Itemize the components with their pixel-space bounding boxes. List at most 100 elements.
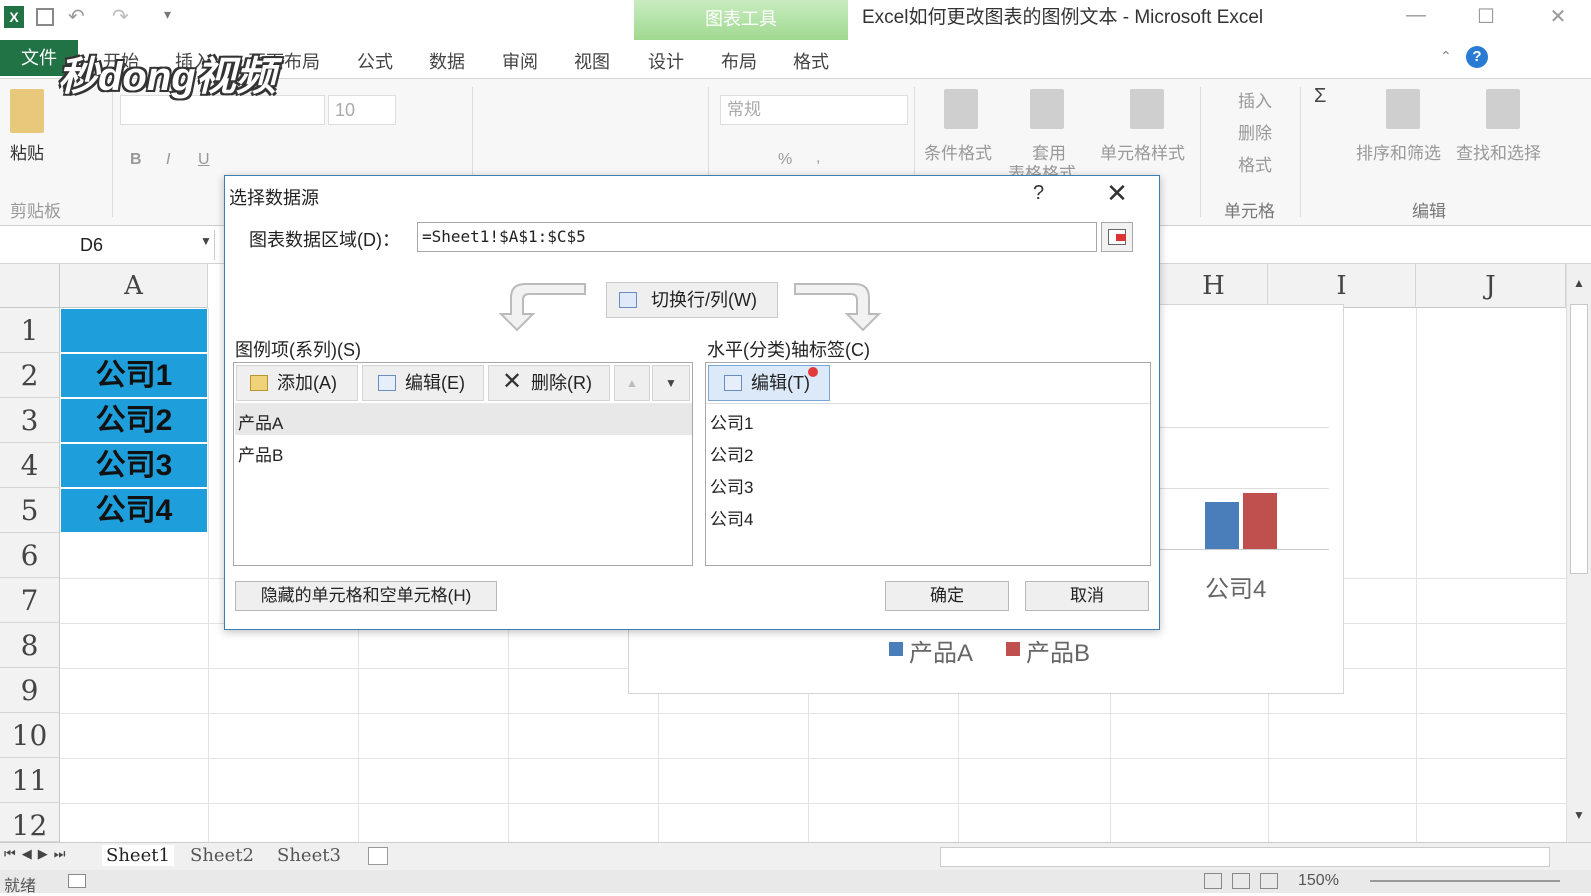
paste-icon[interactable] (10, 89, 44, 133)
format-cells-label[interactable]: 格式 (1238, 151, 1272, 176)
row-header[interactable]: 9 (0, 668, 60, 713)
tab-layout[interactable]: 布局 (721, 48, 757, 74)
cell-a3[interactable]: 公司2 (61, 399, 207, 443)
chart-range-input[interactable]: =Sheet1!$A$1:$C$5 (417, 222, 1097, 252)
sheet-tab-1[interactable]: Sheet1 (102, 845, 174, 866)
name-box-dropdown-icon[interactable]: ▼ (200, 234, 212, 248)
row-header[interactable]: 7 (0, 578, 60, 623)
italic-button[interactable]: I (166, 151, 170, 169)
delete-cells-label[interactable]: 删除 (1238, 119, 1272, 144)
row-header[interactable]: 1 (0, 308, 60, 353)
tab-data[interactable]: 数据 (429, 48, 465, 74)
save-icon[interactable] (36, 8, 54, 26)
sheet-nav-icons[interactable]: ⏮◀▶⏭ (4, 846, 71, 862)
row-header[interactable]: 12 (0, 803, 60, 842)
customize-qat-icon[interactable]: ▾ (164, 6, 171, 23)
column-header-i[interactable]: I (1268, 264, 1416, 308)
name-box[interactable]: D6 (0, 230, 215, 260)
move-down-button[interactable]: ▼ (652, 365, 690, 401)
series-item-a[interactable]: 产品A (238, 409, 283, 434)
row-header[interactable]: 11 (0, 758, 60, 803)
insert-cells-label[interactable]: 插入 (1238, 87, 1272, 112)
number-format-box[interactable]: 常规 (720, 95, 908, 125)
bar-product-a-company4[interactable] (1205, 502, 1239, 549)
range-picker-icon[interactable] (1101, 222, 1133, 252)
row-header[interactable]: 6 (0, 533, 60, 578)
scroll-up-icon[interactable]: ▲ (1573, 276, 1585, 290)
row-header[interactable]: 4 (0, 443, 60, 488)
view-page-break-icon[interactable] (1260, 873, 1278, 889)
legend-entry-a[interactable]: 产品A (909, 633, 973, 668)
table-format-label[interactable]: 套用 (1032, 139, 1066, 164)
table-format-label-2[interactable]: 表格格式 (1008, 165, 1076, 175)
dialog-close-button[interactable]: ✕ (1097, 178, 1137, 208)
redo-icon[interactable]: ↷ (112, 4, 129, 29)
row-header[interactable]: 5 (0, 488, 60, 533)
undo-icon[interactable]: ↶ (68, 4, 85, 29)
tab-format[interactable]: 格式 (793, 48, 829, 74)
macro-record-icon[interactable] (68, 874, 86, 888)
edit-axis-label: 编辑(T) (751, 373, 810, 393)
help-icon[interactable]: ? (1466, 46, 1488, 68)
find-select-label[interactable]: 查找和选择 (1456, 139, 1541, 164)
view-page-layout-icon[interactable] (1232, 873, 1250, 889)
table-format-icon[interactable] (1030, 89, 1064, 129)
cell-a4[interactable]: 公司3 (61, 444, 207, 488)
cell-a5[interactable]: 公司4 (61, 489, 207, 533)
ribbon-collapse-icon[interactable]: ⌃ (1440, 48, 1452, 65)
dialog-help-button[interactable]: ? (1033, 182, 1044, 205)
new-sheet-icon[interactable] (368, 847, 388, 865)
bar-product-b-company4[interactable] (1243, 493, 1277, 549)
ok-button[interactable]: 确定 (885, 581, 1009, 611)
sum-icon[interactable]: Σ (1314, 85, 1326, 108)
view-normal-icon[interactable] (1204, 873, 1222, 889)
close-window-icon[interactable]: ✕ (1538, 4, 1578, 28)
series-item-b[interactable]: 产品B (238, 441, 283, 466)
paste-label[interactable]: 粘贴 (10, 139, 44, 164)
column-header-j[interactable]: J (1416, 264, 1566, 308)
category-item-4[interactable]: 公司4 (710, 505, 753, 530)
category-item-3[interactable]: 公司3 (710, 473, 753, 498)
row-header[interactable]: 10 (0, 713, 60, 758)
row-header[interactable]: 3 (0, 398, 60, 443)
column-header-h[interactable]: H (1160, 264, 1268, 308)
cell-a2[interactable]: 公司1 (61, 354, 207, 398)
sheet-tab-2[interactable]: Sheet2 (190, 845, 254, 866)
sort-filter-label[interactable]: 排序和筛选 (1356, 139, 1441, 164)
find-select-icon[interactable] (1486, 89, 1520, 129)
percent-button[interactable]: % (778, 151, 792, 169)
sheet-tab-3[interactable]: Sheet3 (277, 845, 341, 866)
cell-style-icon[interactable] (1130, 89, 1164, 129)
category-item-1[interactable]: 公司1 (710, 409, 753, 434)
horizontal-scrollbar[interactable] (940, 847, 1550, 867)
sort-filter-icon[interactable] (1386, 89, 1420, 129)
hidden-empty-cells-button[interactable]: 隐藏的单元格和空单元格(H) (235, 581, 497, 611)
comma-button[interactable]: , (816, 149, 820, 167)
underline-button[interactable]: U (198, 151, 210, 169)
font-size-box[interactable]: 10 (328, 95, 396, 125)
cell-style-label[interactable]: 单元格样式 (1100, 139, 1185, 164)
tab-design[interactable]: 设计 (648, 48, 684, 74)
category-item-2[interactable]: 公司2 (710, 441, 753, 466)
tab-review[interactable]: 审阅 (502, 48, 538, 74)
vertical-scrollbar[interactable]: ▲ ▼ (1566, 264, 1591, 842)
row-header[interactable]: 2 (0, 353, 60, 398)
column-header-a[interactable]: A (60, 264, 208, 308)
scroll-thumb[interactable] (1570, 304, 1588, 574)
tab-formulas[interactable]: 公式 (357, 48, 393, 74)
conditional-format-icon[interactable] (944, 89, 978, 129)
zoom-slider[interactable] (1370, 880, 1560, 882)
bold-button[interactable]: B (130, 151, 142, 169)
cancel-button[interactable]: 取消 (1025, 581, 1149, 611)
tab-view[interactable]: 视图 (574, 48, 610, 74)
zoom-level[interactable]: 150% (1298, 872, 1339, 890)
row-header[interactable]: 8 (0, 623, 60, 668)
select-all-corner[interactable] (0, 264, 60, 308)
legend-entry-b[interactable]: 产品B (1026, 633, 1090, 668)
conditional-format-label[interactable]: 条件格式 (924, 139, 992, 164)
maximize-icon[interactable]: ☐ (1466, 4, 1506, 28)
cell-a1[interactable] (61, 309, 207, 353)
move-up-button[interactable]: ▲ (614, 365, 650, 401)
minimize-icon[interactable]: — (1396, 4, 1436, 28)
scroll-down-icon[interactable]: ▼ (1573, 808, 1585, 822)
